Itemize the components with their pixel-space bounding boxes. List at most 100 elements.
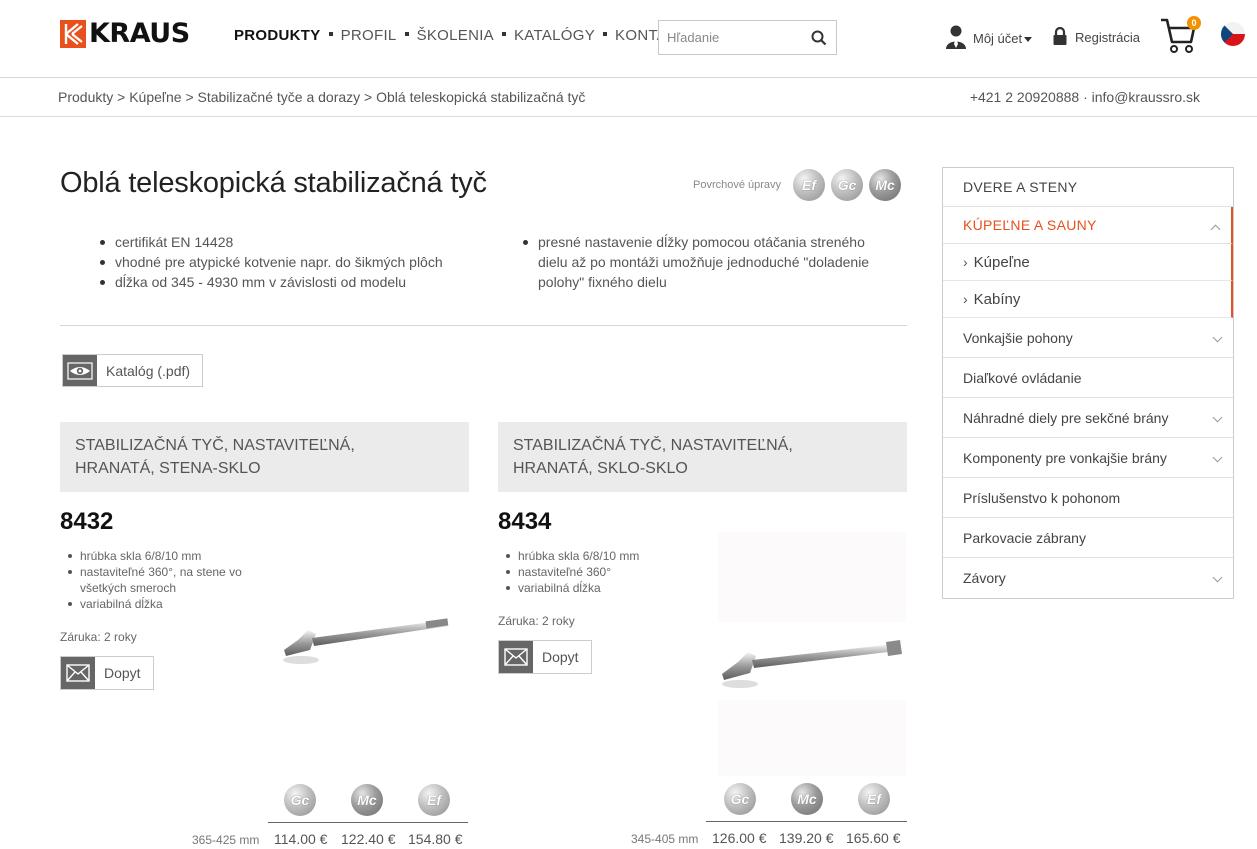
finish-gc-icon[interactable]: Gc — [724, 783, 756, 815]
nav-item-profil[interactable]: PROFIL — [341, 27, 397, 44]
product-image[interactable] — [718, 532, 906, 776]
nav-separator — [603, 31, 608, 36]
sidebar-item-label: DVERE A STENY — [963, 179, 1078, 195]
feature-item: certifikát EN 14428 — [100, 232, 500, 252]
product-title[interactable]: STABILIZAČNÁ TYČ, NASTAVITEĽNÁ, HRANATÁ,… — [60, 422, 469, 492]
chevron-down-icon — [1212, 452, 1223, 463]
nav-item-katalogy[interactable]: KATALÓGY — [514, 27, 595, 44]
sidebar-item-label: Vonkajšie pohony — [963, 329, 1073, 346]
sidebar-item-vonkajsie-pohony[interactable]: Vonkajšie pohony — [943, 318, 1233, 358]
price-divider — [268, 822, 468, 823]
contact-info: +421 2 20920888 · info@kraussro.sk — [969, 89, 1200, 105]
register-link[interactable]: Registrácia — [1052, 26, 1140, 49]
product-image[interactable] — [276, 612, 456, 677]
sidebar-item-prislusenstvo[interactable]: Príslušenstvo k pohonom — [943, 478, 1233, 518]
product-title-line: STABILIZAČNÁ TYČ, NASTAVITEĽNÁ, — [513, 437, 793, 454]
price: 139.20 € — [779, 830, 834, 846]
inquire-button[interactable]: Dopyt — [60, 656, 154, 690]
nav-item-skolenia[interactable]: ŠKOLENIA — [417, 27, 494, 44]
spec-item: nastaviteľné 360° — [498, 564, 688, 580]
product-title-line: HRANATÁ, SKLO-SKLO — [513, 460, 688, 477]
nav-separator — [328, 31, 333, 36]
search-input[interactable] — [659, 21, 799, 54]
feature-list-left: certifikát EN 14428 vhodné pre atypické … — [100, 232, 500, 292]
logo-text: KRAUS — [89, 18, 190, 49]
search-icon[interactable] — [810, 29, 828, 47]
price: 122.40 € — [341, 831, 396, 847]
account-label: Môj účet — [973, 31, 1023, 46]
user-icon — [944, 24, 968, 53]
register-label: Registrácia — [1075, 30, 1141, 45]
sidebar-item-label: Diaľkové ovládanie — [963, 369, 1082, 386]
sidebar-item-label: Kúpeľne — [973, 253, 1030, 271]
account-menu[interactable]: Môj účet — [944, 24, 1033, 53]
page-title: Oblá teleskopická stabilizačná tyč — [60, 167, 487, 199]
sidebar-item-zavory[interactable]: Závory — [943, 558, 1233, 598]
sidebar-item-kupelne-a-sauny[interactable]: KÚPEĽNE A SAUNY — [943, 207, 1233, 244]
sidebar-item-parkovacie-zabrany[interactable]: Parkovacie zábrany — [943, 518, 1233, 558]
cart-count-badge: 0 — [1187, 16, 1201, 30]
nav-separator — [404, 31, 409, 36]
inquire-button[interactable]: Dopyt — [498, 640, 592, 674]
chevron-down-icon — [1212, 332, 1223, 343]
site-header: KRAUS PRODUKTY PROFIL ŠKOLENIA KATALÓGY … — [0, 0, 1257, 78]
nav-item-produkty[interactable]: PRODUKTY — [234, 27, 321, 44]
cart-button[interactable]: 0 — [1160, 16, 1201, 56]
price-row: 345-405 mm 126.00 € 139.20 € 165.60 € — [631, 830, 901, 846]
inquire-label: Dopyt — [104, 665, 141, 681]
main-nav: PRODUKTY PROFIL ŠKOLENIA KATALÓGY KONTAK… — [234, 27, 697, 44]
sidebar-item-komponenty[interactable]: Komponenty pre vonkajšie brány — [943, 438, 1233, 478]
chevron-down-icon — [1212, 412, 1223, 423]
kraus-logo[interactable]: KRAUS — [60, 18, 190, 49]
nav-separator — [502, 31, 506, 36]
product-finishes: Gc Mc Ef — [284, 784, 450, 816]
catalog-label: Katalóg (.pdf) — [106, 362, 191, 379]
sidebar-item-dialkove-ovladanie[interactable]: Diaľkové ovládanie — [943, 358, 1233, 398]
finish-ef-icon[interactable]: Ef — [418, 784, 450, 816]
finish-gc-icon[interactable]: Gc — [284, 784, 316, 816]
sidebar-subitem-kabiny[interactable]: › Kabíny — [943, 281, 1233, 318]
product-title-line: HRANATÁ, STENA-SKLO — [75, 460, 261, 477]
price-row: 365-425 mm 114.00 € 122.40 € 154.80 € — [192, 831, 463, 847]
price: 114.00 € — [274, 831, 328, 847]
finish-gc-icon[interactable]: Gc — [831, 169, 864, 201]
finish-mc-icon[interactable]: Mc — [791, 783, 823, 815]
sidebar-item-dvere-a-steny[interactable]: DVERE A STENY — [943, 168, 1233, 207]
price: 126.00 € — [712, 830, 767, 846]
spec-item: hrúbka skla 6/8/10 mm — [60, 548, 250, 564]
price: 165.60 € — [846, 830, 901, 846]
inquire-label: Dopyt — [542, 649, 579, 665]
product-title-line: STABILIZAČNÁ TYČ, NASTAVITEĽNÁ, — [75, 437, 355, 454]
product-title[interactable]: STABILIZAČNÁ TYČ, NASTAVITEĽNÁ, HRANATÁ,… — [498, 422, 907, 492]
envelope-icon — [61, 657, 95, 689]
category-sidebar: DVERE A STENY KÚPEĽNE A SAUNY › Kúpeľne … — [942, 167, 1234, 599]
feature-item: dĺžka od 345 - 4930 mm v závislosti od m… — [100, 272, 500, 292]
search-box — [658, 20, 837, 55]
feature-item: presné nastavenie dĺžky pomocou otáčania… — [523, 232, 883, 292]
sidebar-subitem-kupelne[interactable]: › Kúpeľne — [943, 244, 1233, 281]
length-range: 345-405 mm — [631, 832, 699, 846]
length-range: 365-425 mm — [192, 833, 260, 847]
chevron-up-icon — [1210, 224, 1221, 235]
surface-finishes: Povrchové úpravy Ef Gc Mc — [693, 169, 902, 201]
caret-down-icon — [1024, 37, 1033, 42]
product-code: 8432 — [60, 508, 114, 535]
breadcrumb-bar: Produkty > Kúpeľne > Stabilizačné tyče a… — [0, 78, 1257, 117]
sidebar-item-label: Náhradné diely pre sekčné brány — [963, 409, 1169, 426]
finish-ef-icon[interactable]: Ef — [793, 169, 826, 201]
finish-mc-icon[interactable]: Mc — [869, 169, 902, 201]
finish-ef-icon[interactable]: Ef — [858, 783, 890, 815]
envelope-icon — [499, 641, 533, 673]
breadcrumb[interactable]: Produkty > Kúpeľne > Stabilizačné tyče a… — [58, 89, 585, 105]
product-specs: hrúbka skla 6/8/10 mm nastaviteľné 360°,… — [60, 548, 250, 612]
feature-list-right: presné nastavenie dĺžky pomocou otáčania… — [523, 232, 883, 292]
spec-item: variabilná dĺžka — [498, 580, 688, 596]
spec-item: variabilná dĺžka — [60, 596, 250, 612]
logo-mark-icon — [60, 19, 86, 48]
catalog-pdf-button[interactable]: Katalóg (.pdf) — [62, 354, 204, 387]
chevron-right-icon: › — [963, 291, 968, 307]
sidebar-item-nahradne-diely[interactable]: Náhradné diely pre sekčné brány — [943, 398, 1233, 438]
finish-mc-icon[interactable]: Mc — [351, 784, 383, 816]
czech-flag-icon[interactable] — [1221, 22, 1245, 46]
price-divider — [706, 821, 907, 822]
